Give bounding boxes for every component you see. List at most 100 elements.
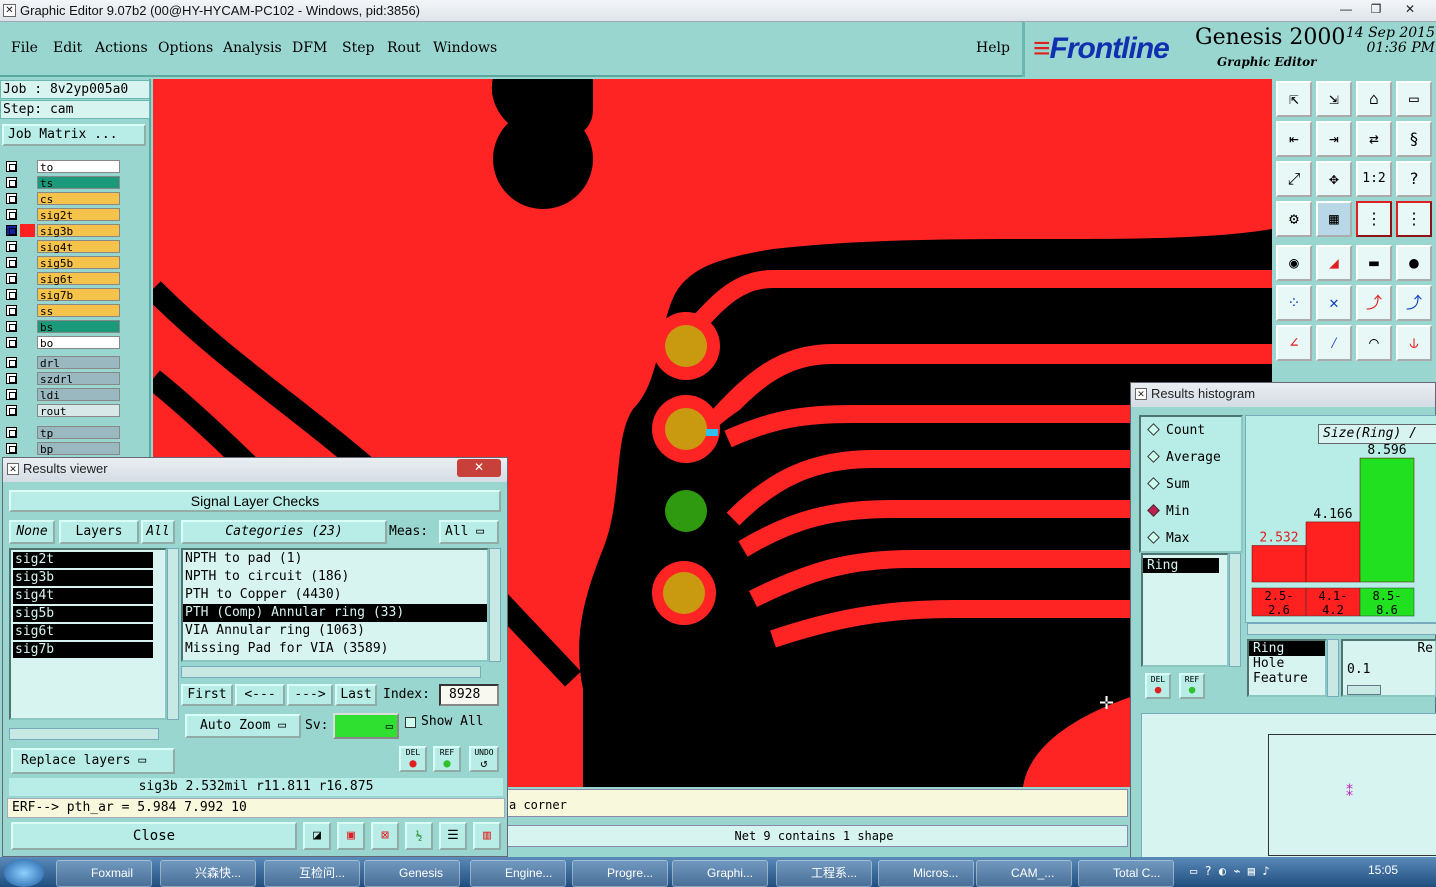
layer-row-cs[interactable]: cs <box>2 191 120 206</box>
menu-actions[interactable]: Actions <box>95 40 148 56</box>
replace-layers-button[interactable]: Replace layers ▭ <box>11 748 175 774</box>
fit-icon[interactable]: ⤢ <box>1276 161 1312 197</box>
menu-dfm[interactable]: DFM <box>292 40 327 56</box>
layer-active-swatch[interactable] <box>20 304 35 317</box>
menu-edit[interactable]: Edit <box>53 40 82 56</box>
menu-help[interactable]: Help <box>976 40 1010 56</box>
hist-hscroll[interactable] <box>1247 623 1436 635</box>
layer-active-swatch[interactable] <box>20 256 35 269</box>
layer-active-swatch[interactable] <box>20 240 35 253</box>
layer-name[interactable]: ldi <box>37 388 120 402</box>
radio-diamond-icon[interactable] <box>1147 450 1160 463</box>
layer-name[interactable]: to <box>37 160 120 174</box>
center-icon[interactable]: ✥ <box>1316 161 1352 197</box>
layer-active-swatch[interactable] <box>20 320 35 333</box>
layers-button[interactable]: Layers <box>59 520 139 544</box>
taskbar-item[interactable]: CAM_... <box>976 860 1072 887</box>
meas-dropdown[interactable]: All ▭ <box>439 520 499 544</box>
layer-active-swatch[interactable] <box>20 356 35 369</box>
layer-active-swatch[interactable] <box>20 288 35 301</box>
undo-button[interactable]: UNDO ↺ <box>469 746 499 772</box>
layer-name[interactable]: sig5b <box>37 256 120 270</box>
hist-list-scrollbar[interactable] <box>1229 553 1241 667</box>
zoom-out-icon[interactable]: ⇲ <box>1316 81 1352 117</box>
categories-button[interactable]: Categories (23) <box>181 520 387 544</box>
connect-alt-icon[interactable]: ⤴ <box>1396 285 1432 321</box>
taskbar-item[interactable]: Genesis <box>364 860 460 887</box>
taskbar-item[interactable]: Engine... <box>470 860 566 887</box>
rv-layer-item[interactable]: sig5b <box>13 606 153 622</box>
rv-layer-item[interactable]: sig4t <box>13 588 153 604</box>
layer-row-ldi[interactable]: ldi <box>2 387 120 402</box>
taskbar-item[interactable]: Progre... <box>572 860 668 887</box>
layer-active-swatch[interactable] <box>20 272 35 285</box>
one-to-two-icon[interactable]: 1:2 <box>1356 161 1392 197</box>
all-button[interactable]: All <box>141 520 175 544</box>
mode-radio-min[interactable]: Min <box>1147 504 1189 519</box>
home-zoom-icon[interactable]: ⇱ <box>1276 81 1312 117</box>
layer-name[interactable]: ts <box>37 176 120 190</box>
field-item-ring[interactable]: Ring <box>1249 641 1325 656</box>
layer-name[interactable]: sig2t <box>37 208 120 222</box>
next-button[interactable]: ---> <box>287 684 333 706</box>
layer-row-sig3b[interactable]: sig3b <box>2 223 120 238</box>
job-matrix-button[interactable]: Job Matrix ... <box>2 124 146 146</box>
net-select-icon[interactable]: ⋮ <box>1356 201 1392 237</box>
layer-checkbox[interactable] <box>6 193 17 204</box>
close-window-button[interactable]: ✕ <box>1396 0 1424 20</box>
report-icon[interactable]: ▣ <box>337 822 365 850</box>
layer-checkbox[interactable] <box>6 241 17 252</box>
layer-active-swatch[interactable] <box>20 176 35 189</box>
menu-windows[interactable]: Windows <box>433 40 497 56</box>
trace-route-icon[interactable]: ⫝ <box>1396 325 1432 361</box>
category-item[interactable]: NPTH to circuit (186) <box>183 568 487 586</box>
rv-layer-item[interactable]: sig3b <box>13 570 153 586</box>
layer-checkbox[interactable] <box>6 289 17 300</box>
radio-diamond-icon[interactable] <box>1147 423 1160 436</box>
measure-icon[interactable]: ▬ <box>1356 245 1392 281</box>
rv-layer-item[interactable]: sig2t <box>13 552 153 568</box>
taskbar-item[interactable]: 互检问... <box>264 860 360 887</box>
start-button[interactable] <box>4 859 44 887</box>
connect-icon[interactable]: ⤴ <box>1356 285 1392 321</box>
categories-hscroll[interactable] <box>181 666 481 678</box>
layer-name[interactable]: bp <box>37 442 120 456</box>
menu-file[interactable]: File <box>11 40 38 56</box>
layer-row-sig7b[interactable]: sig7b <box>2 287 120 302</box>
show-all-checkbox[interactable] <box>405 717 416 728</box>
hist-item-list[interactable]: Ring <box>1141 553 1229 667</box>
taskbar-item[interactable]: Graphi... <box>672 860 768 887</box>
ref-button[interactable]: REF ● <box>433 746 461 772</box>
layer-name[interactable]: ss <box>37 304 120 318</box>
layer-row-bp[interactable]: bp <box>2 441 120 456</box>
category-item[interactable]: NPTH to pad (1) <box>183 550 487 568</box>
rv-layer-scrollbar[interactable] <box>167 548 179 720</box>
layer-name[interactable]: tp <box>37 426 120 440</box>
layer-checkbox[interactable] <box>6 389 17 400</box>
category-item[interactable]: VIA Annular ring (1063) <box>183 622 487 640</box>
cross-icon[interactable]: ✕ <box>1316 285 1352 321</box>
taskbar-item[interactable]: 兴森快... <box>160 860 256 887</box>
layer-checkbox[interactable] <box>6 305 17 316</box>
layer-row-bs[interactable]: bs <box>2 319 120 334</box>
del-button[interactable]: DEL ● <box>399 746 427 772</box>
layer-name[interactable]: bs <box>37 320 120 334</box>
category-item[interactable]: PTH to Copper (4430) <box>183 586 487 604</box>
minimize-button[interactable]: — <box>1332 0 1360 20</box>
flip-icon[interactable]: ⇄ <box>1356 121 1392 157</box>
angle-icon[interactable]: ∠ <box>1276 325 1312 361</box>
half-icon[interactable]: ½ <box>405 822 433 850</box>
menu-options[interactable]: Options <box>158 40 213 56</box>
category-item[interactable]: PTH (Comp) Annular ring (33) <box>183 604 487 622</box>
layer-checkbox[interactable] <box>6 357 17 368</box>
layer-row-ss[interactable]: ss <box>2 303 120 318</box>
field-scrollbar[interactable] <box>1327 639 1339 697</box>
layer-row-ts[interactable]: ts <box>2 175 120 190</box>
layer-row-szdrl[interactable]: szdrl <box>2 371 120 386</box>
layer-name[interactable]: rout <box>37 404 120 418</box>
probe-icon[interactable]: ◪ <box>303 822 331 850</box>
pan-right-icon[interactable]: ⇥ <box>1316 121 1352 157</box>
layer-active-swatch[interactable] <box>20 388 35 401</box>
mode-radio-sum[interactable]: Sum <box>1147 477 1189 492</box>
snake-icon[interactable]: § <box>1396 121 1432 157</box>
